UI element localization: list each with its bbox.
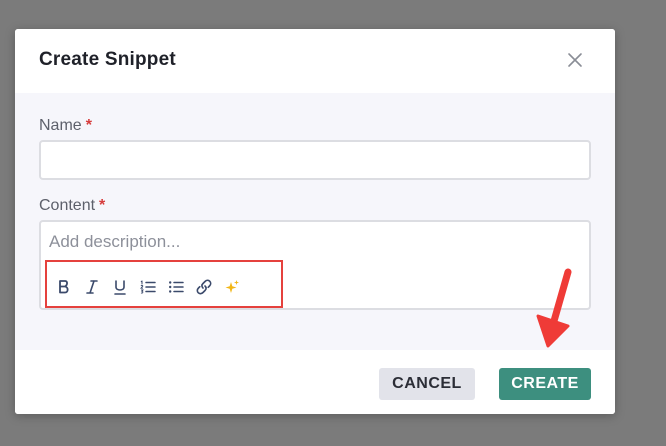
dialog-footer: CANCEL CREATE [15, 350, 615, 414]
bullet-list-icon [169, 281, 184, 293]
create-button[interactable]: CREATE [499, 368, 591, 400]
close-button[interactable] [565, 50, 585, 70]
ordered-list-icon [140, 280, 156, 294]
content-placeholder: Add description... [49, 232, 181, 251]
required-marker: * [99, 197, 106, 214]
underline-icon [114, 280, 126, 295]
content-label: Content * [39, 197, 105, 215]
content-label-text: Content [39, 197, 96, 214]
annotation-arrow-icon [536, 268, 572, 348]
required-marker: * [85, 117, 92, 134]
formatting-toolbar [45, 260, 283, 308]
link-button[interactable] [195, 278, 213, 296]
ordered-list-button[interactable] [139, 278, 157, 296]
create-snippet-dialog: Create Snippet Name * Content * Add descri… [15, 29, 615, 414]
cancel-button[interactable]: CANCEL [379, 368, 475, 400]
bullet-list-button[interactable] [167, 278, 185, 296]
bold-icon [59, 280, 69, 294]
dialog-header: Create Snippet [15, 29, 615, 93]
name-input[interactable] [39, 140, 591, 180]
sparkle-icon [225, 280, 239, 293]
name-label-text: Name [39, 117, 82, 134]
ai-sparkle-button[interactable] [223, 278, 241, 296]
link-icon [196, 279, 212, 295]
italic-button[interactable] [83, 278, 101, 296]
name-label: Name * [39, 117, 92, 135]
underline-button[interactable] [111, 278, 129, 296]
content-editor[interactable]: Add description... [39, 220, 591, 310]
close-icon [568, 53, 582, 67]
dialog-title: Create Snippet [39, 49, 176, 70]
italic-icon [86, 280, 98, 294]
dialog-body: Name * Content * Add description... [15, 93, 615, 350]
bold-button[interactable] [55, 278, 73, 296]
